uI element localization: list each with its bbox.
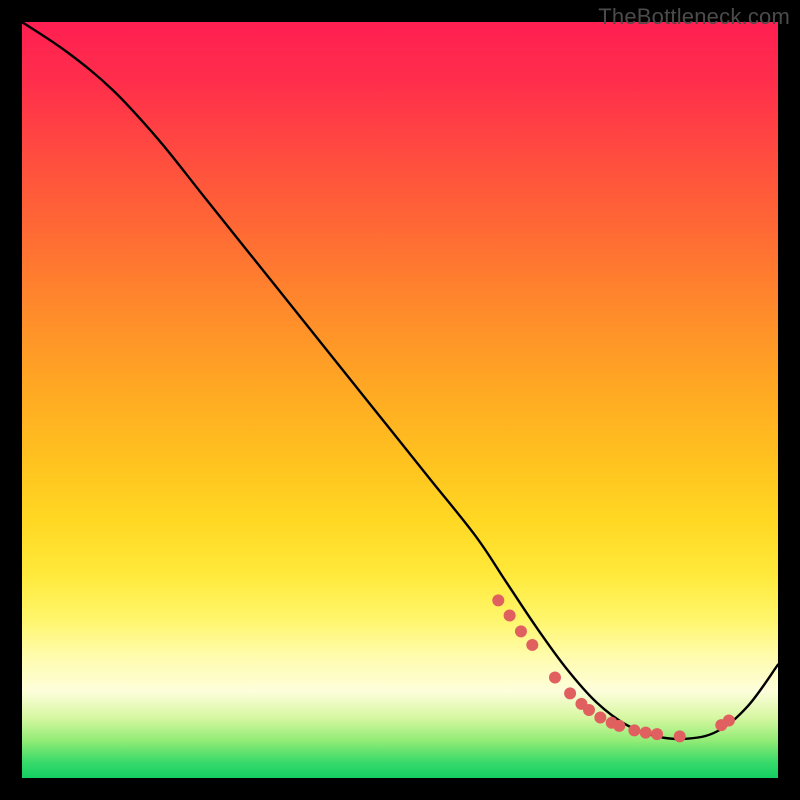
- marker-dot: [504, 609, 516, 621]
- marker-dot: [515, 625, 527, 637]
- marker-dot: [575, 698, 587, 710]
- chart-svg: [22, 22, 778, 778]
- marker-dot: [526, 639, 538, 651]
- marker-dot: [613, 720, 625, 732]
- marker-dot: [674, 730, 686, 742]
- marker-dot: [723, 715, 735, 727]
- marker-dot: [583, 704, 595, 716]
- attribution-watermark: TheBottleneck.com: [598, 4, 790, 30]
- marker-dot: [549, 671, 561, 683]
- marker-layer: [492, 594, 735, 742]
- marker-dot: [606, 717, 618, 729]
- marker-dot: [628, 724, 640, 736]
- marker-dot: [715, 719, 727, 731]
- marker-dot: [564, 687, 576, 699]
- curve-line: [22, 22, 778, 739]
- marker-dot: [651, 728, 663, 740]
- chart-frame: TheBottleneck.com: [0, 0, 800, 800]
- chart-plot-area: [22, 22, 778, 778]
- marker-dot: [492, 594, 504, 606]
- marker-dot: [594, 712, 606, 724]
- marker-dot: [640, 727, 652, 739]
